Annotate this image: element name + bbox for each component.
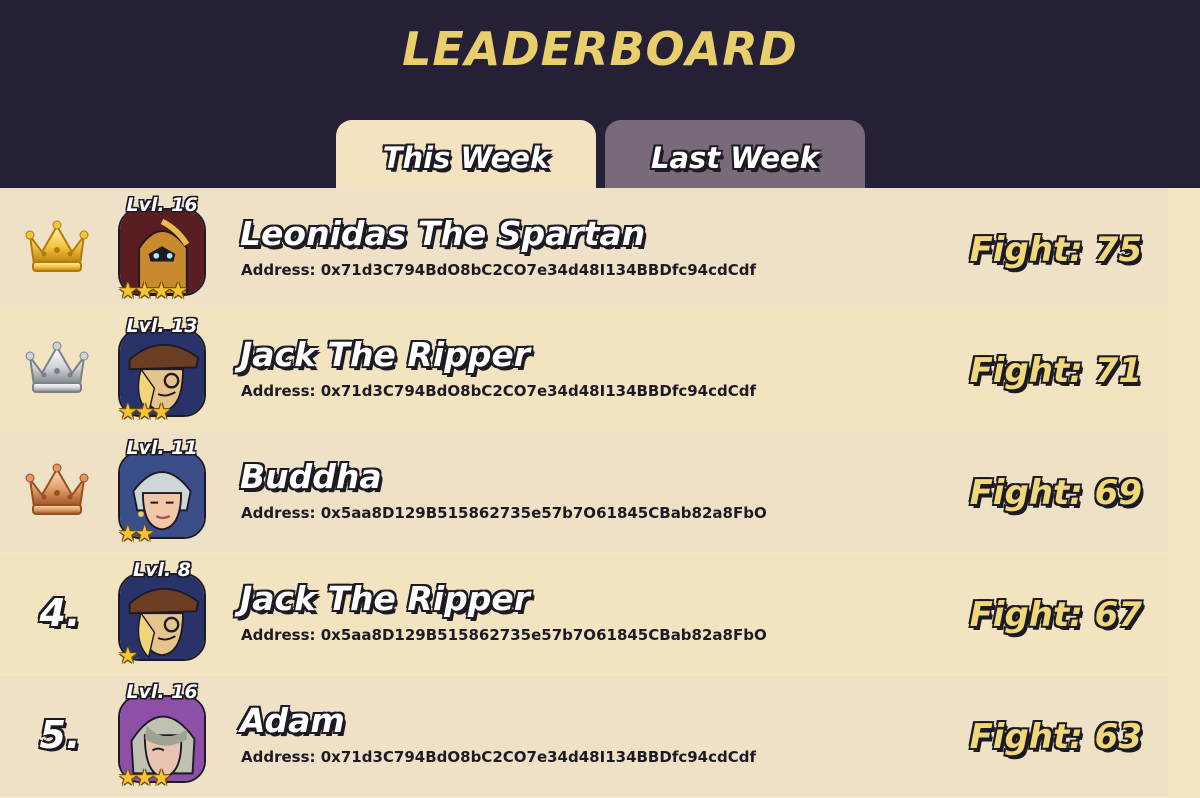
gold-crown-icon <box>25 220 89 272</box>
leaderboard-row[interactable]: 4. Lvl. 8 ★ Jack The Ripper Address: 0x5… <box>0 553 1168 674</box>
hero-portrait: Lvl. 16 ★ ★ ★ <box>118 681 206 790</box>
leaderboard-list: Lvl. 16 ★ ★ ★ ★ Leonidas The Spartan Addres… <box>0 188 1200 798</box>
star-icon: ★ <box>151 400 172 425</box>
star-rating: ★ ★ ★ <box>118 766 172 791</box>
star-rating: ★ ★ ★ <box>118 400 172 425</box>
bronze-crown-icon <box>25 463 89 515</box>
star-rating: ★ <box>118 644 138 669</box>
player-name: Jack The Ripper <box>240 335 531 374</box>
leaderboard-row[interactable]: Lvl. 16 ★ ★ ★ ★ Leonidas The Spartan Addres… <box>0 188 1168 309</box>
silver-crown-icon <box>25 341 89 393</box>
fight-score: Fight: 63 <box>969 717 1142 757</box>
player-address: Address: 0x5aa8D129B515862735e57b7O61845… <box>241 504 767 522</box>
fight-score: Fight: 71 <box>969 351 1142 391</box>
level-label: Lvl. 16 <box>126 681 198 703</box>
rank-number: 4. <box>39 591 81 635</box>
fight-score: Fight: 75 <box>969 230 1142 270</box>
hero-portrait: Lvl. 13 ★ ★ ★ <box>118 315 206 424</box>
player-name: Buddha <box>240 457 382 496</box>
tab-last-week[interactable]: Last Week <box>605 120 865 190</box>
level-label: Lvl. 16 <box>126 194 198 216</box>
tab-this-week[interactable]: This Week <box>336 120 596 190</box>
star-rating: ★ ★ <box>118 524 154 546</box>
hero-portrait: Lvl. 11 ★ ★ <box>118 437 206 546</box>
player-address: Address: 0x71d3C794BdO8bC2CO7e34d48I134B… <box>241 748 757 766</box>
star-icon: ★ <box>168 279 188 304</box>
page-title: LEADERBOARD <box>402 22 798 76</box>
star-rating: ★ ★ ★ ★ <box>118 279 188 304</box>
rank-number: 5. <box>39 713 81 757</box>
hero-portrait: Lvl. 16 ★ ★ ★ ★ <box>118 194 206 303</box>
level-label: Lvl. 13 <box>126 315 198 337</box>
star-icon: ★ <box>118 644 138 669</box>
header: LEADERBOARD This Week Last Week <box>0 0 1200 190</box>
fight-score: Fight: 67 <box>969 595 1142 635</box>
leaderboard-row[interactable]: Lvl. 13 ★ ★ ★ Jack The Ripper Address: 0x7… <box>0 309 1168 430</box>
hero-portrait: Lvl. 8 ★ <box>118 559 206 668</box>
player-name: Jack The Ripper <box>240 579 531 618</box>
player-name: Leonidas The Spartan <box>240 214 646 253</box>
level-label: Lvl. 8 <box>132 559 192 581</box>
player-address: Address: 0x5aa8D129B515862735e57b7O61845… <box>241 626 767 644</box>
fight-score: Fight: 69 <box>969 473 1142 513</box>
player-address: Address: 0x71d3C794BdO8bC2CO7e34d48I134B… <box>241 261 757 279</box>
scroll-track[interactable] <box>1168 188 1200 798</box>
star-icon: ★ <box>134 522 155 547</box>
level-label: Lvl. 11 <box>126 437 198 459</box>
leaderboard-row[interactable]: 5. Lvl. 16 ★ ★ ★ Adam Address: 0x71d3C794B… <box>0 675 1168 796</box>
leaderboard-row[interactable]: Lvl. 11 ★ ★ Buddha Address: 0x5aa8D129B51… <box>0 431 1168 552</box>
player-address: Address: 0x71d3C794BdO8bC2CO7e34d48I134B… <box>241 382 757 400</box>
star-icon: ★ <box>151 766 172 791</box>
player-name: Adam <box>240 701 345 740</box>
